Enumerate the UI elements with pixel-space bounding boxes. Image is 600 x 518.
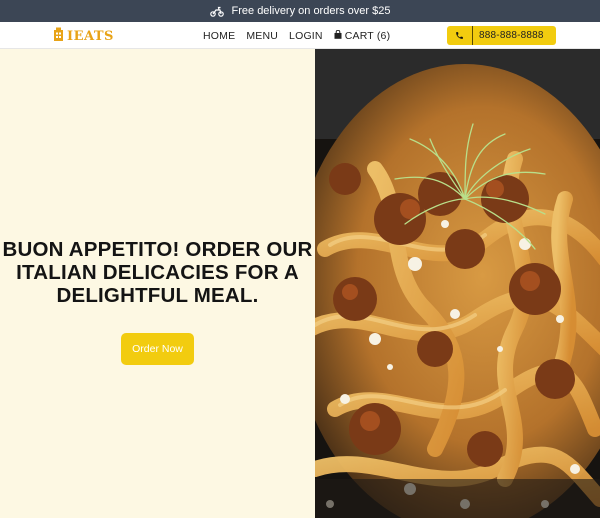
logo-text: Ieats bbox=[67, 28, 114, 44]
promo-banner: Free delivery on orders over $25 bbox=[0, 0, 600, 22]
shopping-bag-icon bbox=[334, 29, 342, 42]
logo[interactable]: Ieats bbox=[53, 27, 114, 45]
hero-section: BUON APPETITO! ORDER OUR ITALIAN DELICAC… bbox=[0, 49, 315, 518]
phone-icon bbox=[447, 26, 473, 45]
hero-headline: BUON APPETITO! ORDER OUR ITALIAN DELICAC… bbox=[2, 238, 313, 307]
main-nav: HOME MENU LOGIN CART (6) bbox=[203, 22, 390, 49]
nav-home-link[interactable]: HOME bbox=[203, 30, 235, 42]
phone-call-button[interactable]: 888-888-8888 bbox=[447, 26, 556, 45]
cart-label: CART (6) bbox=[344, 29, 391, 42]
nav-cart-link[interactable]: CART (6) bbox=[334, 29, 391, 42]
hero-food-image bbox=[315, 49, 600, 518]
scooter-icon bbox=[209, 6, 224, 17]
phone-number: 888-888-8888 bbox=[479, 30, 544, 41]
nav-login-link[interactable]: LOGIN bbox=[289, 30, 323, 42]
building-icon bbox=[53, 27, 64, 46]
order-now-button[interactable]: Order Now bbox=[121, 333, 194, 365]
promo-banner-text: Free delivery on orders over $25 bbox=[231, 5, 391, 17]
nav-menu-link[interactable]: MENU bbox=[246, 30, 278, 42]
